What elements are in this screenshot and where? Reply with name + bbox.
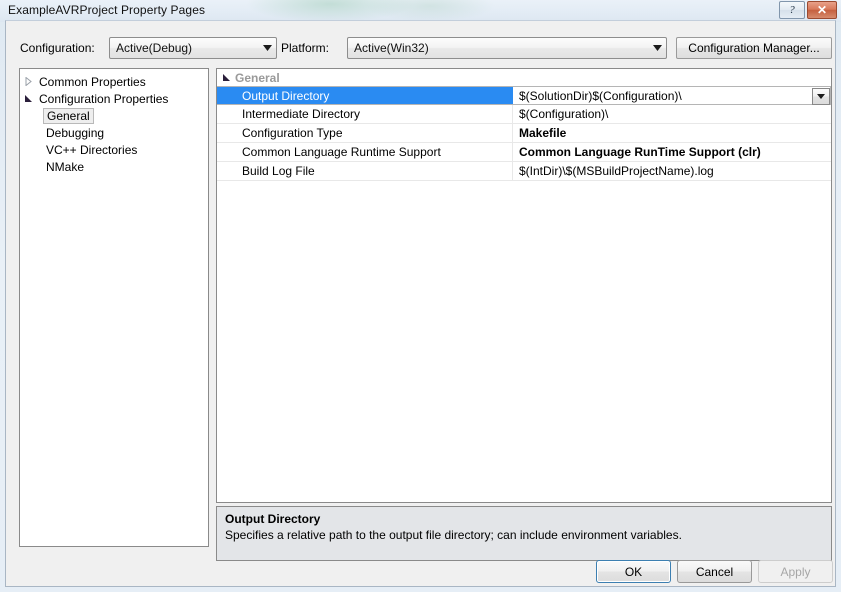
close-button[interactable]: ✕ (807, 1, 837, 19)
title-bar: ExampleAVRProject Property Pages ? ✕ (0, 0, 841, 22)
close-x-icon: ✕ (816, 3, 828, 17)
property-grid[interactable]: General Output Directory $(SolutionDir)$… (216, 68, 832, 503)
description-title: Output Directory (225, 512, 321, 526)
apply-button: Apply (758, 560, 833, 583)
description-panel: Output Directory Specifies a relative pa… (216, 506, 832, 561)
grid-row-name: Intermediate Directory (217, 105, 513, 123)
grid-row-value[interactable]: Makefile (513, 124, 831, 142)
configuration-manager-button[interactable]: Configuration Manager... (676, 37, 832, 59)
grid-row-value[interactable]: Common Language RunTime Support (clr) (513, 143, 831, 161)
configuration-dropdown-value: Active(Debug) (116, 41, 193, 55)
grid-row-name: Build Log File (217, 162, 513, 180)
dialog-body: Configuration: Active(Debug) Platform: A… (5, 20, 836, 587)
platform-dropdown-value: Active(Win32) (354, 41, 429, 55)
tree-item-nmake[interactable]: NMake (20, 158, 208, 175)
configuration-label: Configuration: (20, 41, 95, 55)
tree-item-general[interactable]: General (20, 107, 208, 124)
tree-item-label: NMake (46, 159, 85, 174)
chevron-down-icon (259, 45, 276, 51)
tree-item-label: Debugging (46, 125, 105, 140)
chevron-down-icon (649, 45, 666, 51)
grid-row-output-directory[interactable]: Output Directory $(SolutionDir)$(Configu… (217, 86, 831, 105)
tree-item-common-properties[interactable]: Common Properties (20, 73, 208, 90)
platform-label: Platform: (281, 41, 330, 55)
value-dropdown-button[interactable] (812, 88, 830, 105)
question-mark-icon: ? (789, 4, 795, 16)
grid-row-value[interactable]: $(Configuration)\ (513, 105, 831, 123)
grid-category-label: General (235, 70, 280, 85)
configuration-dropdown[interactable]: Active(Debug) (109, 37, 277, 59)
tree-item-vcpp-directories[interactable]: VC++ Directories (20, 141, 208, 158)
grid-row-intermediate-directory[interactable]: Intermediate Directory $(Configuration)\ (217, 105, 831, 124)
grid-row-common-language-runtime-support[interactable]: Common Language Runtime Support Common L… (217, 143, 831, 162)
tree-item-debugging[interactable]: Debugging (20, 124, 208, 141)
tree-item-label: VC++ Directories (46, 142, 138, 157)
tree-item-label: General (43, 107, 94, 124)
grid-row-name: Common Language Runtime Support (217, 143, 513, 161)
description-text: Specifies a relative path to the output … (225, 528, 682, 542)
cancel-button[interactable]: Cancel (677, 560, 752, 583)
properties-tree[interactable]: Common Properties Configuration Properti… (19, 68, 209, 547)
chevron-right-icon[interactable] (20, 73, 37, 90)
grid-row-value[interactable]: $(IntDir)\$(MSBuildProjectName).log (513, 162, 831, 180)
platform-dropdown[interactable]: Active(Win32) (347, 37, 667, 59)
chevron-down-filled-icon[interactable] (217, 73, 235, 82)
window-title: ExampleAVRProject Property Pages (8, 3, 206, 17)
ok-button[interactable]: OK (596, 560, 671, 583)
grid-row-name: Output Directory (217, 87, 513, 104)
grid-row-value[interactable]: $(SolutionDir)$(Configuration)\ (513, 87, 831, 104)
help-button[interactable]: ? (779, 1, 805, 19)
grid-row-configuration-type[interactable]: Configuration Type Makefile (217, 124, 831, 143)
grid-row-build-log-file[interactable]: Build Log File $(IntDir)\$(MSBuildProjec… (217, 162, 831, 181)
tree-children-group: General Debugging VC++ Directories NMake (20, 107, 208, 175)
chevron-down-filled-icon[interactable] (20, 90, 37, 107)
grid-category-general[interactable]: General (217, 69, 831, 87)
tree-item-configuration-properties[interactable]: Configuration Properties (20, 90, 208, 107)
tree-item-label: Common Properties (39, 74, 146, 89)
grid-row-name: Configuration Type (217, 124, 513, 142)
property-pages-dialog: ExampleAVRProject Property Pages ? ✕ Con… (0, 0, 841, 592)
tree-item-label: Configuration Properties (39, 91, 169, 106)
